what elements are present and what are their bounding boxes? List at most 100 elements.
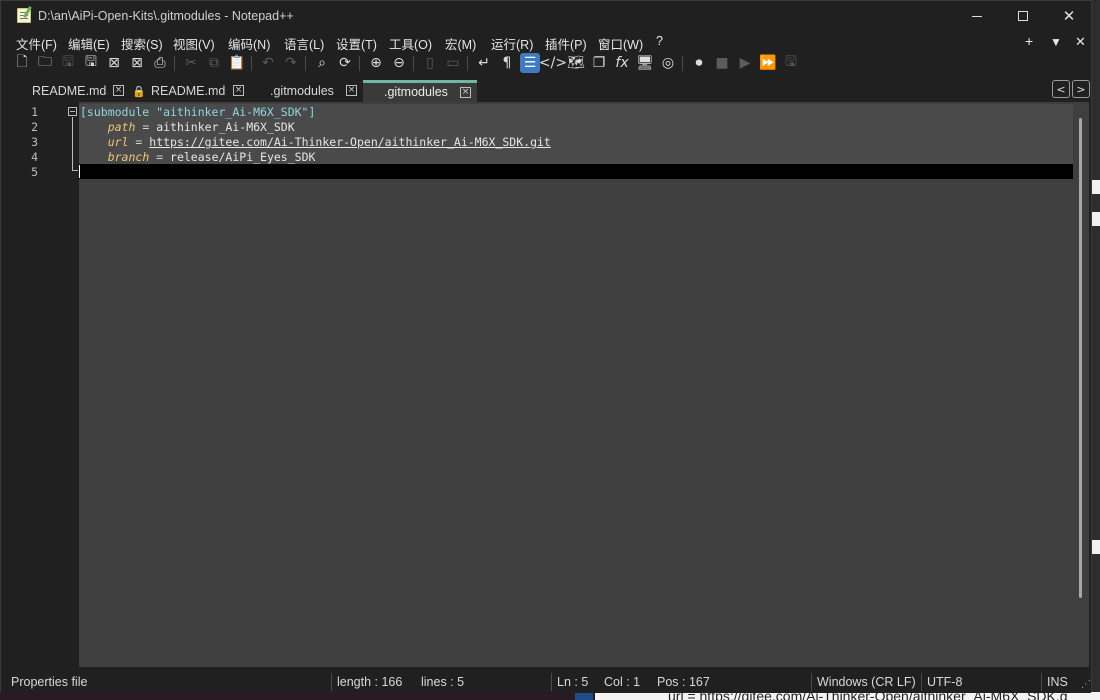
show-all-chars-icon[interactable]: ¶ xyxy=(497,53,517,73)
tab-close-icon[interactable]: × xyxy=(460,87,471,98)
redo-icon[interactable]: ↷ xyxy=(281,53,301,73)
fold-guide xyxy=(72,117,78,171)
minimize-icon xyxy=(972,15,982,17)
tab-label: README.md xyxy=(32,84,107,98)
line-number: 2 xyxy=(31,120,38,134)
window-title: D:\an\AiPi-Open-Kits\.gitmodules - Notep… xyxy=(38,9,294,23)
menu-window[interactable]: 窗口(W) xyxy=(598,34,643,53)
tab-gitmodules-1[interactable]: .gitmodules × xyxy=(249,80,363,102)
tab-close-icon[interactable]: × xyxy=(113,85,124,96)
menu-encoding[interactable]: 编码(N) xyxy=(228,34,270,53)
ini-key: branch xyxy=(107,150,150,164)
paste-icon[interactable]: 📋 xyxy=(227,53,247,73)
menu-language[interactable]: 语言(L) xyxy=(284,34,324,53)
document-list-icon[interactable]: ❐ xyxy=(589,53,609,73)
line-number: 4 xyxy=(31,150,38,164)
menu-run[interactable]: 运行(R) xyxy=(491,34,533,53)
tab-close-icon[interactable]: × xyxy=(346,85,357,96)
replace-icon[interactable]: ⟳ xyxy=(335,53,355,73)
status-line-number: Ln : 5 xyxy=(557,675,589,689)
undo-icon[interactable]: ↶ xyxy=(258,53,278,73)
current-line-highlight xyxy=(79,164,1073,179)
close-icon[interactable]: ⊠ xyxy=(104,53,124,73)
save-icon[interactable]: 🖫 xyxy=(58,53,78,73)
tab-scroll-left-button[interactable]: < xyxy=(1052,80,1070,98)
vertical-scrollbar[interactable] xyxy=(1079,118,1082,598)
tab-label: README.md xyxy=(151,84,226,98)
tab-close-icon[interactable]: × xyxy=(233,85,244,96)
line-number: 5 xyxy=(31,165,38,179)
save-macro-icon[interactable]: 🖫 xyxy=(781,53,801,73)
indent-guide-icon[interactable]: ☰ xyxy=(520,53,540,73)
code-line-2: path = aithinker_Ai-M6X_SDK xyxy=(107,120,295,134)
minimize-button[interactable] xyxy=(954,1,1000,31)
zoom-in-icon[interactable]: ⊕ xyxy=(366,53,386,73)
notepadpp-app-icon[interactable] xyxy=(17,8,31,23)
open-file-icon[interactable]: 🗀 xyxy=(35,53,55,73)
background-peek-text: url = https://gitee.com/Ai-Thinker-Open/… xyxy=(668,692,1068,700)
background-window-edge xyxy=(1092,0,1100,700)
new-tab-plus-icon[interactable]: + xyxy=(1025,33,1033,49)
close-window-button[interactable]: ✕ xyxy=(1046,1,1092,31)
status-encoding[interactable]: UTF-8 xyxy=(927,675,962,689)
record-macro-icon[interactable]: ⏺ xyxy=(689,53,709,73)
maximize-button[interactable] xyxy=(1000,1,1046,31)
url-link[interactable]: https://gitee.com/Ai-Thinker-Open/aithin… xyxy=(149,135,551,149)
background-window-peek: url = https://gitee.com/Ai-Thinker-Open/… xyxy=(0,692,1100,700)
find-icon[interactable]: ⌕ xyxy=(312,53,332,73)
folder-workspace-icon[interactable]: 🖥 xyxy=(635,53,655,73)
function-list-icon[interactable]: fx xyxy=(612,53,632,73)
play-macro-icon[interactable]: ▶ xyxy=(735,53,755,73)
sync-horizontal-icon[interactable]: ▭ xyxy=(443,53,463,73)
resize-grip-icon[interactable]: ⋰ xyxy=(1081,679,1091,690)
close-icon: ✕ xyxy=(1062,8,1076,25)
close-all-icon[interactable]: ⊠ xyxy=(127,53,147,73)
ini-section-header: [submodule "aithinker_Ai-M6X_SDK"] xyxy=(80,105,316,119)
tab-gitmodules-active[interactable]: .gitmodules × xyxy=(363,80,477,102)
menu-view[interactable]: 视图(V) xyxy=(173,34,215,53)
word-wrap-icon[interactable]: ↵ xyxy=(474,53,494,73)
close-document-icon[interactable]: ✕ xyxy=(1075,34,1086,50)
fold-collapse-icon[interactable] xyxy=(68,107,77,116)
tab-list-dropdown-icon[interactable]: ▼ xyxy=(1050,35,1062,49)
code-line-3: url = https://gitee.com/Ai-Thinker-Open/… xyxy=(107,135,551,149)
line-number-gutter: 1 2 3 4 5 xyxy=(11,102,67,667)
status-length: length : 166 xyxy=(337,675,403,689)
text-area[interactable] xyxy=(79,102,1073,667)
status-eol-format[interactable]: Windows (CR LF) xyxy=(817,675,916,689)
sync-vertical-icon[interactable]: ▯ xyxy=(420,53,440,73)
maximize-icon xyxy=(1018,11,1028,21)
print-icon[interactable]: ⎙ xyxy=(150,53,170,73)
new-file-icon[interactable]: 🗋 xyxy=(12,53,32,73)
title-bar[interactable]: D:\an\AiPi-Open-Kits\.gitmodules - Notep… xyxy=(1,1,1091,31)
menu-settings[interactable]: 设置(T) xyxy=(336,34,377,53)
menu-plugins[interactable]: 插件(P) xyxy=(545,34,587,53)
document-map-icon[interactable]: 🗺 xyxy=(566,53,586,73)
menu-macro[interactable]: 宏(M) xyxy=(445,34,476,53)
xml-tag-icon[interactable]: </> xyxy=(539,53,567,73)
zoom-out-icon[interactable]: ⊖ xyxy=(389,53,409,73)
tab-scroll-right-button[interactable]: > xyxy=(1072,80,1090,98)
ini-value: release/AiPi_Eyes_SDK xyxy=(170,150,316,164)
code-line-4: branch = release/AiPi_Eyes_SDK xyxy=(107,150,316,164)
menu-search[interactable]: 搜索(S) xyxy=(121,34,163,53)
menu-help[interactable]: ? xyxy=(656,34,663,48)
copy-icon[interactable]: ⧉ xyxy=(204,53,224,73)
status-insert-mode[interactable]: INS xyxy=(1047,675,1068,689)
tab-readme-1[interactable]: README.md × xyxy=(13,80,129,102)
status-bar: Properties file length : 166 lines : 5 L… xyxy=(1,671,1091,693)
line-number: 1 xyxy=(31,105,38,119)
run-macro-multiple-icon[interactable]: ⏩ xyxy=(758,53,778,73)
line-number: 3 xyxy=(31,135,38,149)
save-all-icon[interactable]: 🖫 xyxy=(81,53,101,73)
tab-label: .gitmodules xyxy=(384,85,448,99)
menu-tools[interactable]: 工具(O) xyxy=(389,34,432,53)
notepadpp-window: D:\an\AiPi-Open-Kits\.gitmodules - Notep… xyxy=(0,0,1092,693)
editor-pane[interactable]: 1 2 3 4 5 [submodule "aithinker_Ai-M6X_S… xyxy=(11,102,1089,667)
stop-record-icon[interactable]: ■ xyxy=(712,53,732,73)
monitoring-icon[interactable]: ◎ xyxy=(658,53,678,73)
tab-label: .gitmodules xyxy=(270,84,334,98)
cut-icon[interactable]: ✂ xyxy=(181,53,201,73)
tab-readme-2[interactable]: 🔒 README.md × xyxy=(129,80,249,102)
ini-key: url xyxy=(107,135,129,149)
